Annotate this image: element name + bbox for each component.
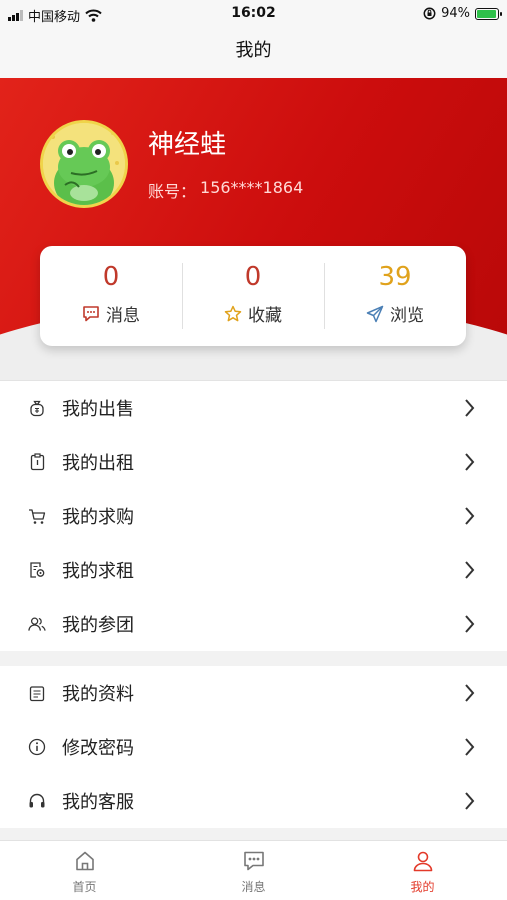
battery-icon: [475, 7, 502, 20]
menu-item-my-group-buys[interactable]: 我的参团: [0, 597, 507, 651]
menu-item-customer-service[interactable]: 我的客服: [0, 774, 507, 828]
stat-label: 浏览: [390, 306, 424, 326]
cart-icon: [29, 508, 46, 524]
stat-label: 收藏: [248, 306, 282, 326]
orientation-lock-icon: [423, 7, 436, 20]
stats-card: 0 消息 0 收藏 39 浏览: [40, 246, 466, 346]
battery-percent: 94%: [441, 6, 470, 21]
chevron-right-icon: [465, 792, 475, 810]
menu-item-my-rental-requests[interactable]: 我的求租: [0, 543, 507, 597]
user-icon: [413, 851, 432, 872]
frog-avatar-icon: [43, 123, 125, 205]
message-icon: [83, 306, 99, 322]
menu-label: 我的参团: [62, 615, 134, 636]
document-search-icon: [29, 562, 44, 578]
menu-label: 我的求租: [62, 561, 134, 582]
stat-views[interactable]: 39 浏览: [324, 261, 466, 331]
chevron-right-icon: [465, 738, 475, 756]
menu-item-my-profile[interactable]: 我的资料: [0, 666, 507, 720]
tab-home[interactable]: 首页: [0, 841, 169, 900]
menu-label: 我的客服: [62, 792, 134, 813]
stat-messages[interactable]: 0 消息: [40, 261, 182, 331]
home-icon: [75, 851, 94, 871]
menu-label: 我的出售: [62, 399, 134, 420]
bottom-tab-bar: 首页 消息 我的: [0, 840, 507, 900]
account-label: 账号：: [148, 182, 197, 201]
tab-label: 消息: [241, 880, 266, 894]
account-value: 156****1864: [200, 178, 304, 197]
menu-label: 我的资料: [62, 684, 134, 705]
account-info: 账号： 156****1864: [148, 178, 303, 202]
status-bar: 中国移动 16:02 94%: [0, 0, 507, 28]
stat-favorites[interactable]: 0 收藏: [182, 261, 324, 331]
clipboard-icon: [30, 453, 44, 471]
chevron-right-icon: [465, 507, 475, 525]
menu-item-change-password[interactable]: 修改密码: [0, 720, 507, 774]
profile-doc-icon: [29, 685, 45, 701]
avatar[interactable]: [40, 120, 128, 208]
profile-header: 神经蛙 账号： 156****1864 0 消息 0 收藏 39 浏览: [0, 78, 507, 380]
chevron-right-icon: [465, 615, 475, 633]
username: 神经蛙: [148, 130, 227, 160]
menu-item-my-purchase-requests[interactable]: 我的求购: [0, 489, 507, 543]
page-title: 我的: [0, 28, 507, 78]
tab-label: 首页: [72, 880, 97, 894]
menu-label: 修改密码: [62, 738, 134, 759]
money-bag-icon: [30, 400, 44, 416]
chevron-right-icon: [465, 453, 475, 471]
stat-value: 0: [244, 262, 262, 292]
chevron-right-icon: [465, 684, 475, 702]
group-icon: [28, 617, 46, 631]
menu-group-account: 我的资料 修改密码 我的客服: [0, 666, 507, 828]
send-icon: [366, 305, 384, 322]
stat-value: 39: [378, 262, 412, 292]
tab-label: 我的: [410, 880, 435, 894]
menu-item-my-rentals[interactable]: 我的出租: [0, 435, 507, 489]
stat-label: 消息: [106, 306, 140, 326]
star-icon: [224, 305, 242, 321]
chevron-right-icon: [465, 561, 475, 579]
chevron-right-icon: [465, 399, 475, 417]
menu-label: 我的出租: [62, 453, 134, 474]
tab-mine[interactable]: 我的: [338, 841, 507, 900]
stat-value: 0: [102, 262, 120, 292]
tab-messages[interactable]: 消息: [169, 841, 338, 900]
headset-icon: [29, 793, 45, 808]
menu-label: 我的求购: [62, 507, 134, 528]
chat-bubble-icon: [243, 851, 264, 871]
menu-group-transactions: 我的出售 我的出租 我的求购 我的求租 我的参团: [0, 380, 507, 651]
menu-item-my-sales[interactable]: 我的出售: [0, 381, 507, 435]
info-icon: [28, 738, 46, 756]
